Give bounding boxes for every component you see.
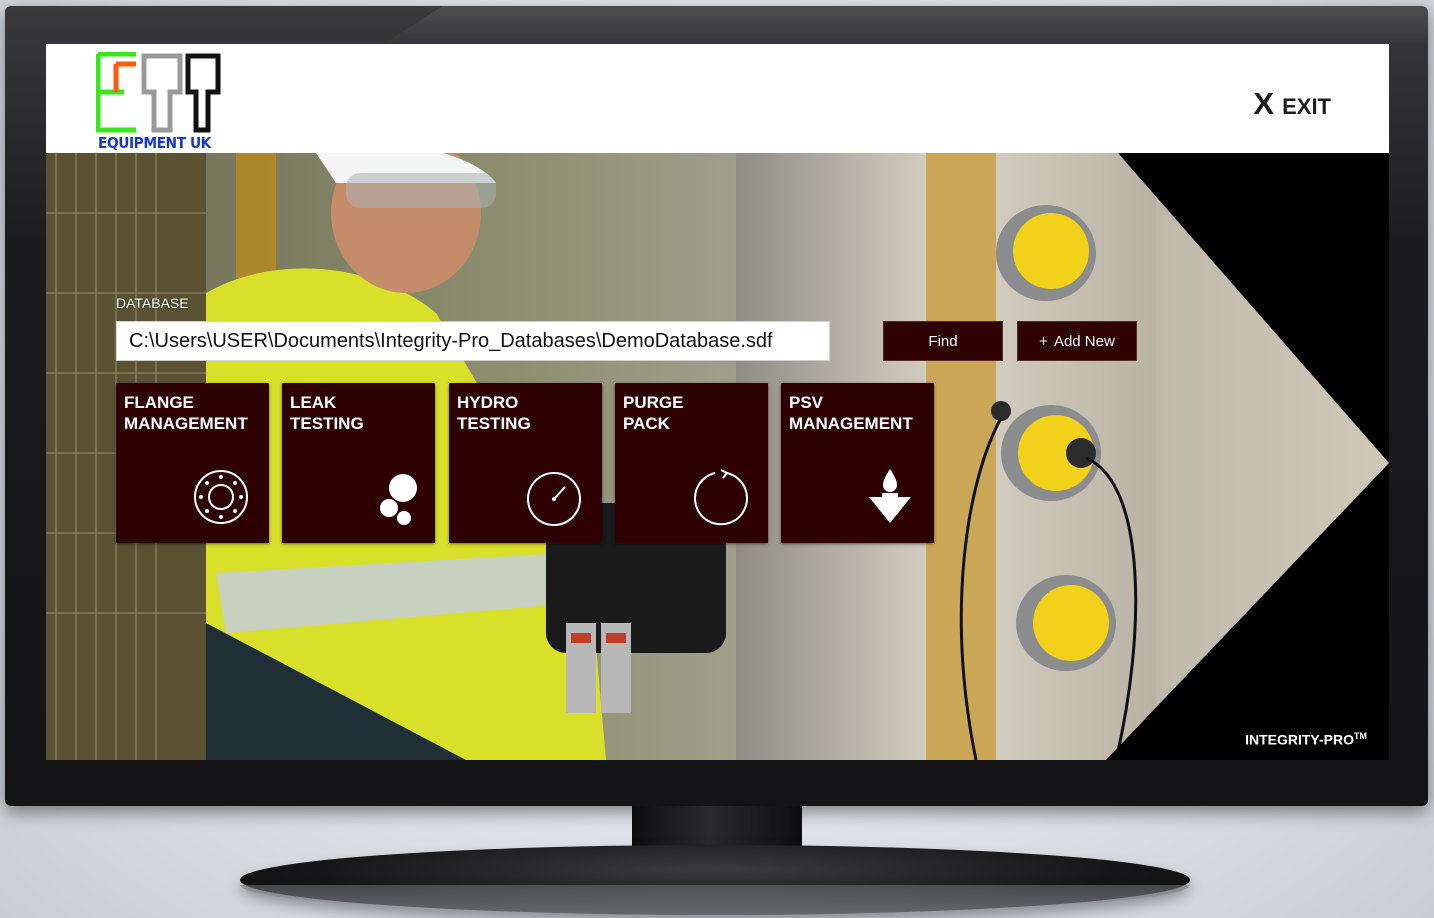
database-label: DATABASE xyxy=(116,295,189,311)
tile-title: PURGE PACK xyxy=(623,393,684,433)
find-button-label: Find xyxy=(928,332,958,350)
bezel-glare xyxy=(380,6,1428,46)
gauge-icon xyxy=(527,472,581,526)
product-name: INTEGRITY-PRO xyxy=(1245,732,1354,748)
monitor-stand-rim xyxy=(240,885,1190,915)
tile-hydro-testing[interactable]: HYDRO TESTING xyxy=(449,383,602,543)
product-trademark: INTEGRITY-PROTM xyxy=(1245,731,1367,748)
logo-mark-icon xyxy=(95,51,221,133)
logo-text: EQUIPMENT UK xyxy=(98,134,211,152)
tile-title: FLANGE MANAGEMENT xyxy=(124,393,248,433)
database-path-input[interactable] xyxy=(116,321,830,361)
tile-title: PSV MANAGEMENT xyxy=(789,393,913,433)
app-header: EQUIPMENT UK X EXIT xyxy=(46,44,1389,153)
drop-arrow-icon xyxy=(869,469,911,523)
tile-flange-management[interactable]: FLANGE MANAGEMENT xyxy=(116,383,269,543)
find-button[interactable]: Find xyxy=(883,321,1003,361)
refresh-circle-icon xyxy=(694,469,748,526)
close-icon: X xyxy=(1253,86,1275,121)
tile-title: HYDRO TESTING xyxy=(457,393,531,433)
exit-label: EXIT xyxy=(1282,94,1331,119)
tile-title: LEAK TESTING xyxy=(290,393,364,433)
tile-leak-testing[interactable]: LEAK TESTING xyxy=(282,383,435,543)
add-new-button[interactable]: + Add New xyxy=(1017,321,1137,361)
company-logo: EQUIPMENT UK xyxy=(95,51,221,154)
plus-icon: + xyxy=(1039,332,1048,350)
trademark-symbol: TM xyxy=(1354,731,1367,742)
hero-background: INTEGRITY-PROTM DATABASE Find + Add New … xyxy=(46,153,1389,760)
tile-psv-management[interactable]: PSV MANAGEMENT xyxy=(781,383,934,543)
flange-icon xyxy=(194,470,248,524)
tile-purge-pack[interactable]: PURGE PACK xyxy=(615,383,768,543)
app-screen: EQUIPMENT UK X EXIT INTEGRITY-PROTM DATA… xyxy=(46,44,1389,760)
bubbles-icon xyxy=(380,474,417,525)
add-new-button-label: Add New xyxy=(1053,332,1115,350)
exit-button[interactable]: X EXIT xyxy=(1253,86,1331,122)
